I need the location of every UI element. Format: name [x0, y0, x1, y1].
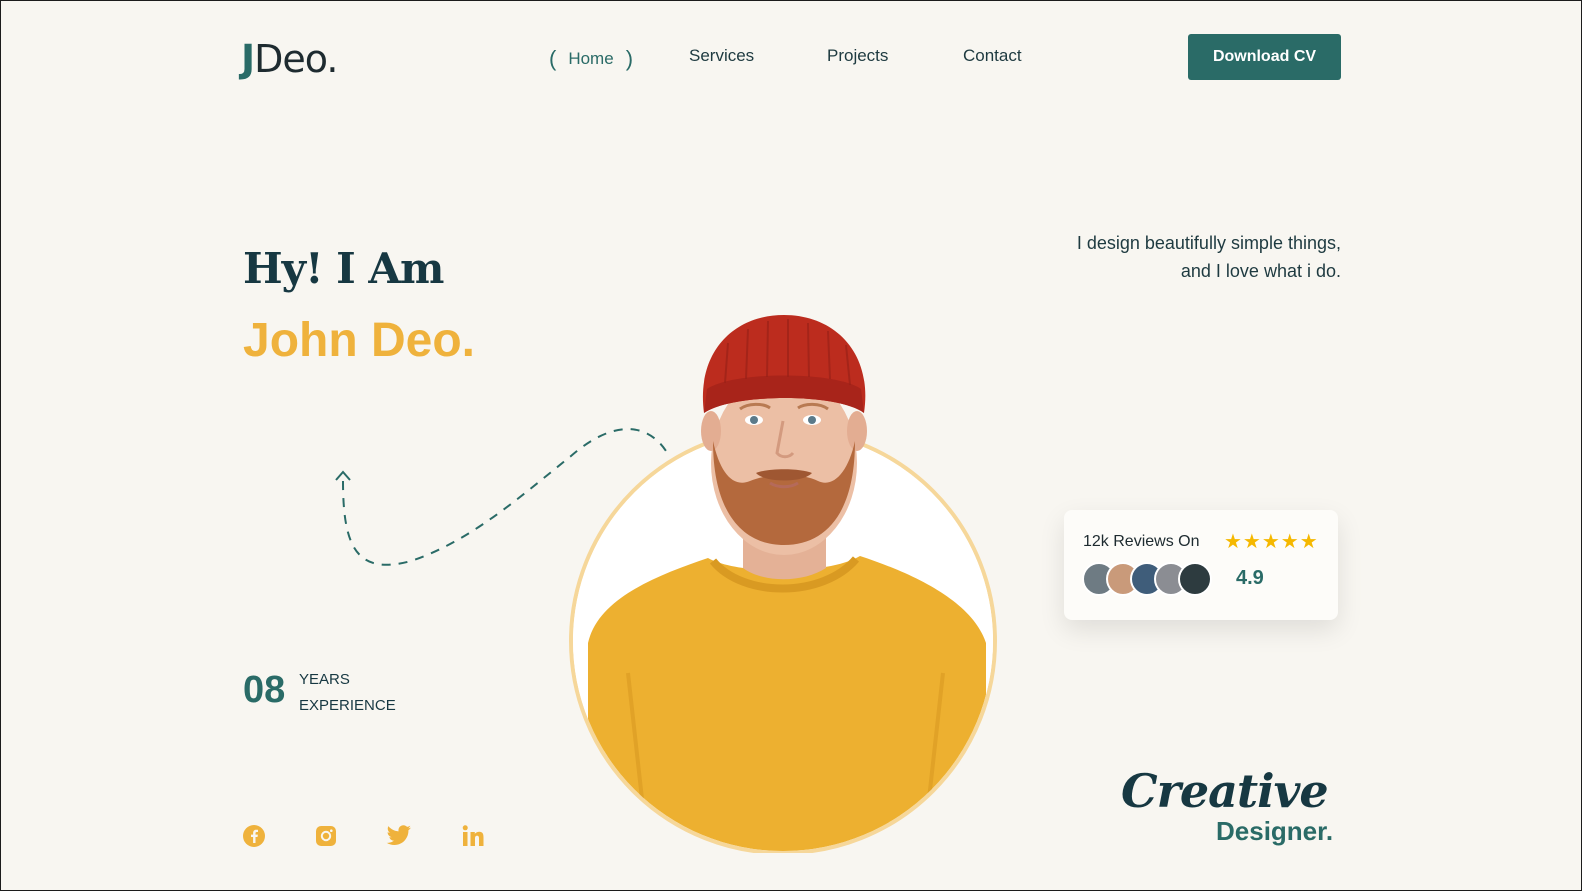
tagline-line-1: I design beautifully simple things, [1076, 233, 1341, 253]
linkedin-icon[interactable] [460, 823, 486, 849]
nav-home[interactable]: ( Home ) [549, 46, 633, 72]
experience-label-line-2: EXPERIENCE [299, 697, 396, 714]
tagline-line-2: and I love what i do. [1180, 261, 1341, 281]
tagline: I design beautifully simple things, and … [961, 229, 1341, 285]
reviewer-avatars [1082, 562, 1212, 596]
instagram-icon[interactable] [313, 823, 339, 849]
creative-script-text: Creative [1121, 764, 1329, 818]
logo-text: Deo. [254, 37, 338, 81]
facebook-icon[interactable] [241, 823, 267, 849]
nav-home-close-bracket: ) [625, 46, 634, 71]
greeting: Hy! I Am [243, 244, 444, 293]
nav-services[interactable]: Services [689, 46, 754, 66]
portrait-image [569, 315, 997, 853]
star-rating-icon: ★★★★★ [1224, 531, 1319, 553]
experience-label: YEARS EXPERIENCE [299, 667, 396, 719]
nav-contact[interactable]: Contact [963, 46, 1022, 66]
experience-number: 08 [243, 669, 286, 711]
hero-name: John Deo. [243, 314, 476, 367]
review-card: 12k Reviews On ★★★★★ 4.9 [1064, 510, 1338, 620]
rating-value: 4.9 [1236, 567, 1264, 589]
download-cv-button[interactable]: Download CV [1188, 34, 1341, 80]
nav-home-open-bracket: ( [549, 46, 557, 71]
logo-initial: J [241, 37, 255, 81]
avatar [1178, 562, 1212, 596]
designer-text: Designer. [1216, 816, 1334, 846]
twitter-icon[interactable] [386, 823, 412, 849]
logo[interactable]: JDeo. [241, 37, 338, 81]
review-title: 12k Reviews On [1083, 533, 1200, 550]
nav-home-label: Home [568, 49, 614, 68]
nav-projects[interactable]: Projects [827, 46, 888, 66]
experience-label-line-1: YEARS [299, 671, 350, 688]
